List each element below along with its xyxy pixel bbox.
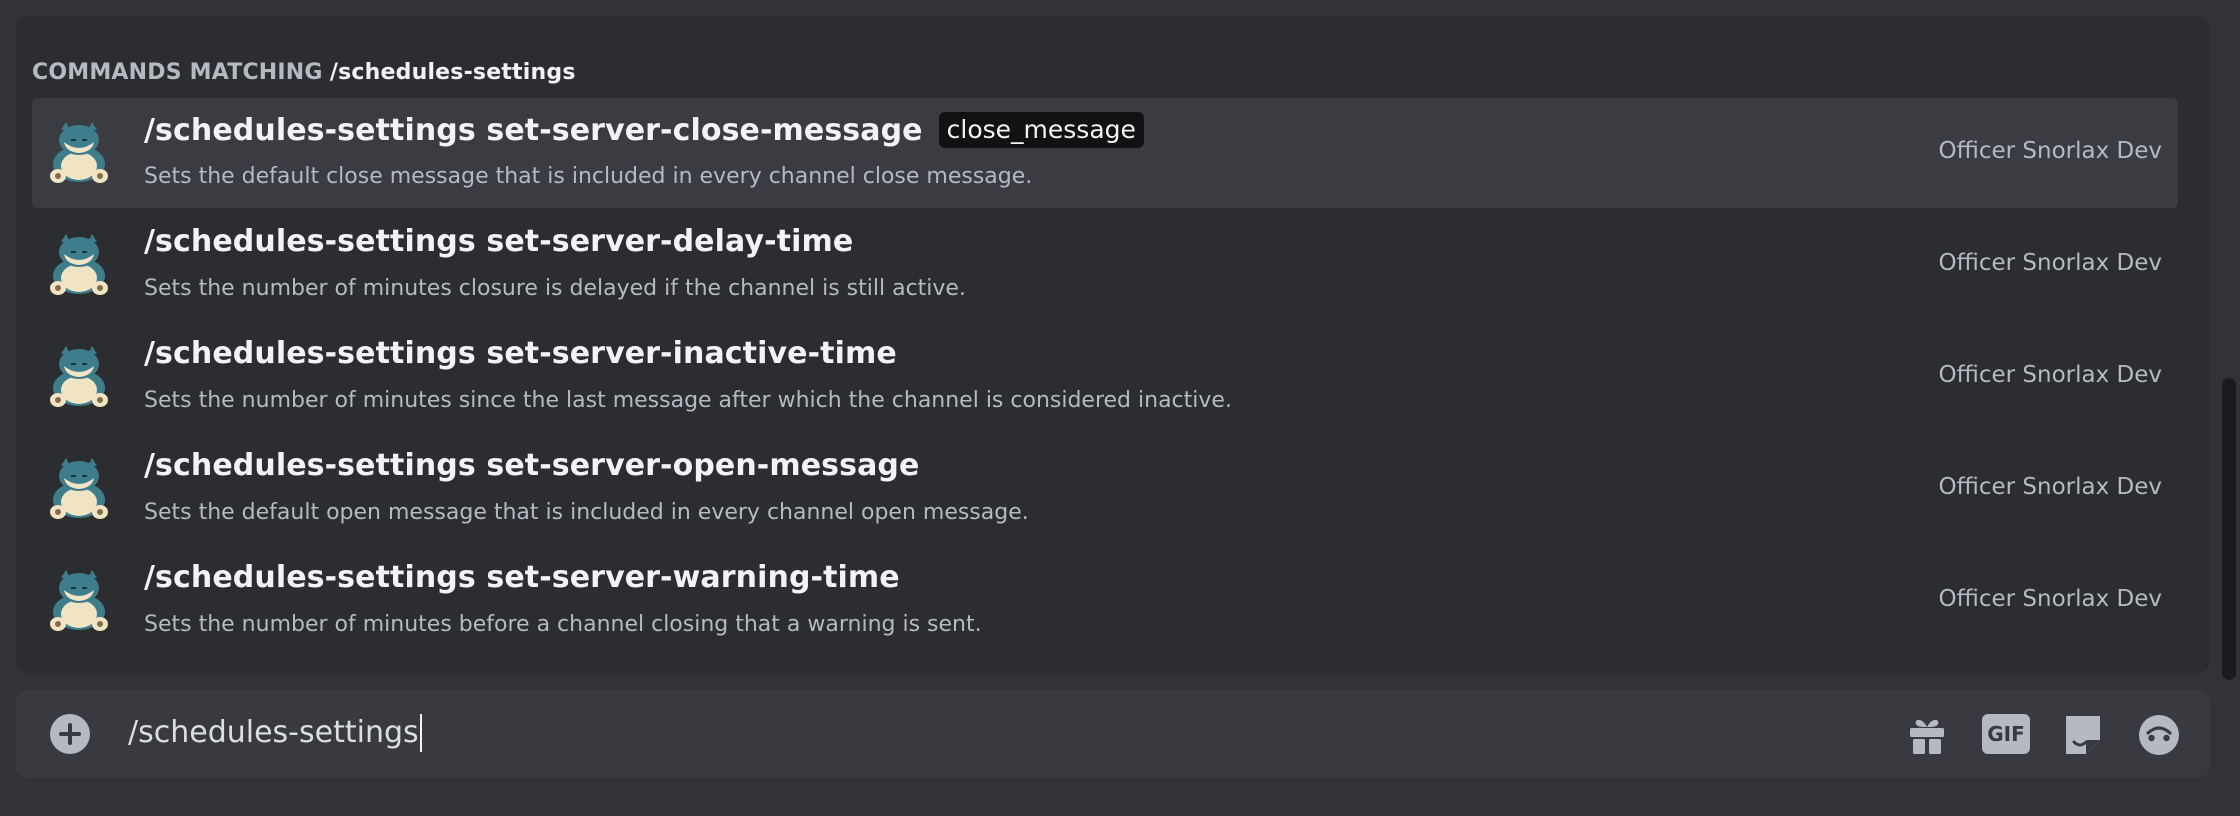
command-option[interactable]: /schedules-settings set-server-close-mes… <box>32 98 2178 208</box>
autocomplete-header-label: COMMANDS MATCHING <box>32 60 323 85</box>
command-option[interactable]: /schedules-settings set-server-warning-t… <box>32 546 2178 656</box>
command-autocomplete-popup: COMMANDS MATCHING /schedules-settings /s… <box>16 16 2210 673</box>
command-name: /schedules-settings set-server-delay-tim… <box>144 224 854 259</box>
command-option[interactable]: /schedules-settings set-server-inactive-… <box>32 322 2178 432</box>
command-source-app: Officer Snorlax Dev <box>1938 474 2163 500</box>
add-icon[interactable] <box>50 714 90 754</box>
message-composer: /schedules-settings GIF <box>16 690 2210 778</box>
gif-icon[interactable]: GIF <box>1982 714 2030 754</box>
snorlax-avatar-icon <box>50 458 108 519</box>
snorlax-avatar-icon <box>50 346 108 407</box>
snorlax-avatar-icon <box>50 570 108 631</box>
command-description: Sets the default open message that is in… <box>144 500 1029 525</box>
command-title: /schedules-settings set-server-open-mess… <box>144 448 919 483</box>
gif-label: GIF <box>1987 722 2025 746</box>
emoji-icon[interactable] <box>2136 712 2182 758</box>
snorlax-avatar-icon <box>50 234 108 295</box>
command-source-app: Officer Snorlax Dev <box>1938 586 2163 612</box>
command-source-app: Officer Snorlax Dev <box>1938 362 2163 388</box>
command-source-app: Officer Snorlax Dev <box>1938 138 2163 164</box>
command-title: /schedules-settings set-server-warning-t… <box>144 560 900 595</box>
command-description: Sets the default close message that is i… <box>144 164 1033 189</box>
message-input[interactable]: /schedules-settings <box>128 710 422 756</box>
snorlax-avatar-icon <box>50 122 108 183</box>
command-description: Sets the number of minutes since the las… <box>144 388 1232 413</box>
command-description: Sets the number of minutes before a chan… <box>144 612 982 637</box>
command-option[interactable]: /schedules-settings set-server-open-mess… <box>32 434 2178 544</box>
command-name: /schedules-settings set-server-warning-t… <box>144 560 900 595</box>
command-option[interactable]: /schedules-settings set-server-delay-tim… <box>32 210 2178 320</box>
command-title: /schedules-settings set-server-inactive-… <box>144 336 897 371</box>
text-caret <box>419 714 422 752</box>
message-input-text: /schedules-settings <box>128 715 419 750</box>
command-name: /schedules-settings set-server-open-mess… <box>144 448 920 483</box>
command-source-app: Officer Snorlax Dev <box>1938 250 2163 276</box>
command-name: /schedules-settings set-server-inactive-… <box>144 336 897 371</box>
autocomplete-header: COMMANDS MATCHING /schedules-settings <box>32 60 576 85</box>
chat-page: COMMANDS MATCHING /schedules-settings /s… <box>0 0 2240 816</box>
sticker-icon[interactable] <box>2060 712 2106 758</box>
command-list: /schedules-settings set-server-close-mes… <box>32 98 2178 658</box>
autocomplete-header-query: /schedules-settings <box>329 60 576 85</box>
command-name: /schedules-settings set-server-close-mes… <box>144 112 923 148</box>
scrollbar-thumb[interactable] <box>2222 378 2236 680</box>
command-title: /schedules-settings set-server-delay-tim… <box>144 224 853 259</box>
command-param-chip: close_message <box>938 112 1144 148</box>
gift-icon[interactable] <box>1904 712 1950 758</box>
command-description: Sets the number of minutes closure is de… <box>144 276 966 301</box>
command-title: /schedules-settings set-server-close-mes… <box>144 112 1144 148</box>
